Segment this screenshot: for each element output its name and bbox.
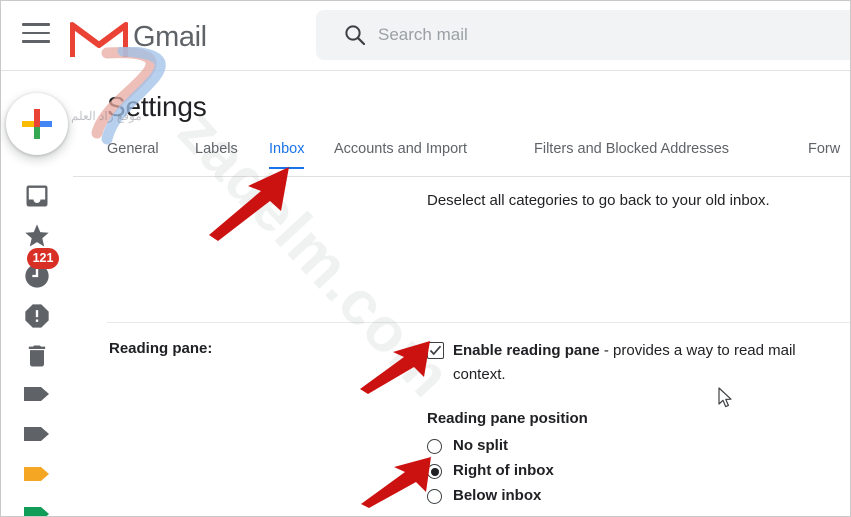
radio-right-of-inbox-icon[interactable] — [427, 464, 442, 479]
enable-reading-pane-description: Enable reading pane - provides a way to … — [453, 339, 850, 387]
compose-button[interactable] — [6, 93, 68, 155]
inbox-icon[interactable] — [23, 182, 51, 210]
search-bar[interactable] — [316, 10, 850, 60]
reading-pane-section-label: Reading pane: — [109, 340, 213, 357]
reading-pane-position-title: Reading pane position — [427, 410, 588, 427]
radio-below-inbox-label: Below inbox — [453, 487, 542, 504]
gmail-settings-window: Gmail 121 — [0, 0, 851, 517]
label-orange-icon[interactable] — [23, 464, 51, 492]
inbox-unread-badge: 121 — [27, 248, 59, 269]
search-input[interactable] — [378, 10, 850, 60]
page-title: Settings — [107, 91, 207, 122]
enable-reading-pane-rest: - provides a way to read mail — [599, 342, 796, 359]
tab-filters-and-blocked-addresses[interactable]: Filters and Blocked Addresses — [534, 141, 729, 167]
radio-right-of-inbox-label: Right of inbox — [453, 462, 554, 479]
checkmark-icon — [429, 345, 442, 356]
enable-reading-pane-line2: context. — [453, 366, 506, 383]
tab-labels[interactable]: Labels — [195, 141, 238, 167]
label-green-icon[interactable] — [23, 504, 51, 516]
tab-forwarding[interactable]: Forw — [808, 141, 840, 167]
radio-no-split-label: No split — [453, 437, 508, 454]
enable-reading-pane-checkbox[interactable] — [427, 342, 444, 359]
gmail-m-logo-icon — [69, 17, 129, 59]
important-exclamation-icon[interactable] — [23, 302, 51, 330]
settings-tabs: General Labels Inbox Accounts and Import… — [73, 141, 850, 177]
enable-reading-pane-bold-label: Enable reading pane — [453, 342, 600, 359]
radio-below-inbox-icon[interactable] — [427, 489, 442, 504]
deselect-categories-note: Deselect all categories to go back to yo… — [427, 192, 770, 209]
hamburger-menu-icon[interactable] — [22, 23, 50, 49]
settings-main-panel: Settings General Labels Inbox Accounts a… — [73, 72, 850, 516]
radio-no-split-icon[interactable] — [427, 439, 442, 454]
section-divider — [107, 322, 850, 323]
app-header: Gmail — [1, 1, 850, 71]
radio-selected-dot — [431, 468, 439, 476]
star-icon[interactable] — [23, 222, 51, 250]
tab-inbox[interactable]: Inbox — [269, 141, 305, 169]
trash-icon[interactable] — [23, 342, 51, 370]
tab-general[interactable]: General — [107, 141, 159, 167]
label-gray-icon[interactable] — [23, 424, 51, 452]
label-gray-icon[interactable] — [23, 384, 51, 412]
left-sidebar: 121 — [1, 72, 73, 516]
search-icon — [344, 24, 366, 46]
gmail-brand-text: Gmail — [133, 21, 207, 53]
tab-accounts-and-import[interactable]: Accounts and Import — [334, 141, 467, 167]
google-plus-compose-icon — [21, 108, 53, 140]
